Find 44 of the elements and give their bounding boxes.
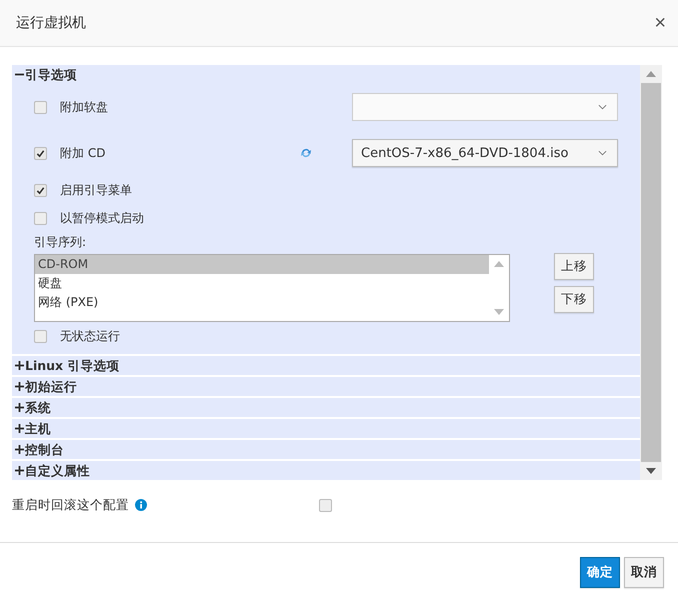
- option-label: 启用引导菜单: [60, 182, 132, 198]
- close-button[interactable]: ×: [654, 12, 666, 34]
- chevron-down-icon: [598, 104, 607, 110]
- plus-icon[interactable]: [15, 382, 24, 391]
- ok-button[interactable]: 确定: [580, 557, 620, 588]
- option-label: 无状态运行: [60, 328, 120, 344]
- plus-icon[interactable]: [15, 445, 24, 454]
- section-title[interactable]: 主机: [25, 420, 51, 437]
- checkbox[interactable]: [34, 100, 47, 114]
- plus-icon[interactable]: [15, 403, 24, 412]
- checkbox[interactable]: [319, 498, 332, 512]
- checkbox[interactable]: [34, 212, 47, 224]
- window-title: 运行虚拟机: [16, 14, 86, 32]
- section-title[interactable]: 自定义属性: [25, 462, 90, 479]
- section-title[interactable]: 初始运行: [25, 378, 77, 395]
- list-item[interactable]: CD-ROM: [35, 255, 489, 274]
- plus-icon[interactable]: [15, 424, 24, 433]
- section-title[interactable]: 系统: [25, 399, 51, 416]
- option-label: 附加 CD: [60, 144, 106, 162]
- checkbox[interactable]: [34, 146, 47, 160]
- checkbox[interactable]: [34, 184, 47, 196]
- dropdown[interactable]: CentOS-7-x86_64-DVD-1804.iso: [352, 139, 618, 167]
- section-title[interactable]: Linux 引导选项: [25, 357, 120, 374]
- boot-sequence-label: 引导序列:: [34, 234, 88, 251]
- option-label: 附加软盘: [60, 98, 108, 116]
- scrollbar-thumb[interactable]: [641, 83, 661, 462]
- section-title[interactable]: 引导选项: [25, 66, 77, 83]
- refresh-icon[interactable]: [300, 147, 312, 159]
- scroll-up-icon[interactable]: [646, 71, 656, 77]
- checkbox[interactable]: [34, 330, 47, 342]
- scroll-down-icon[interactable]: [646, 468, 656, 474]
- option-label: 以暂停模式启动: [60, 210, 144, 226]
- boot-sequence-list[interactable]: CD-ROM 硬盘 网络 (PXE): [34, 254, 510, 322]
- move-button[interactable]: 上移: [554, 253, 594, 280]
- move-button[interactable]: 下移: [554, 286, 594, 313]
- info-icon[interactable]: [135, 499, 147, 511]
- list-item[interactable]: 网络 (PXE): [35, 293, 489, 312]
- cancel-button[interactable]: 取消: [624, 557, 664, 588]
- plus-icon[interactable]: [15, 466, 24, 475]
- plus-icon[interactable]: [15, 361, 24, 370]
- rollback-label: 重启时回滚这个配置: [12, 496, 129, 514]
- list-item[interactable]: 硬盘: [35, 274, 489, 293]
- chevron-down-icon: [598, 150, 607, 156]
- section-title[interactable]: 控制台: [25, 441, 64, 458]
